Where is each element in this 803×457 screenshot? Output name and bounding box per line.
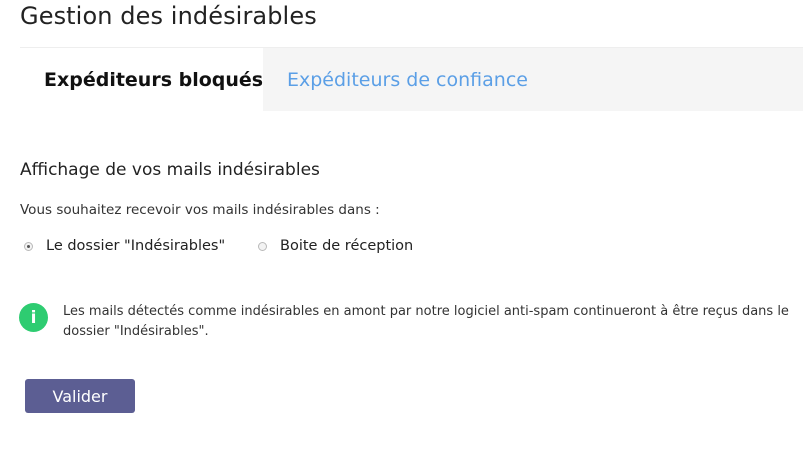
tab-bar: Expéditeurs bloqués Expéditeurs de confi…	[20, 47, 803, 112]
tab-trusted-senders[interactable]: Expéditeurs de confiance	[287, 48, 528, 111]
radio-button-unchecked[interactable]	[258, 241, 267, 251]
page-title: Gestion des indésirables	[20, 2, 317, 30]
radio-button-checked[interactable]	[24, 241, 33, 251]
tab-blocked-senders[interactable]: Expéditeurs bloqués	[20, 48, 263, 112]
section-title: Affichage de vos mails indésirables	[20, 160, 320, 180]
radio-label-junk-folder: Le dossier "Indésirables"	[46, 238, 226, 254]
page: Gestion des indésirables Expéditeurs blo…	[0, 0, 803, 457]
section-description: Vous souhaitez recevoir vos mails indési…	[20, 202, 380, 218]
info-icon: i	[19, 303, 48, 332]
validate-button[interactable]: Valider	[25, 379, 135, 413]
radio-label-inbox: Boite de réception	[280, 238, 414, 254]
radio-option-inbox[interactable]: Boite de réception	[258, 238, 413, 254]
radio-option-junk-folder[interactable]: Le dossier "Indésirables"	[24, 238, 225, 254]
info-message: Les mails détectés comme indésirables en…	[63, 304, 789, 339]
